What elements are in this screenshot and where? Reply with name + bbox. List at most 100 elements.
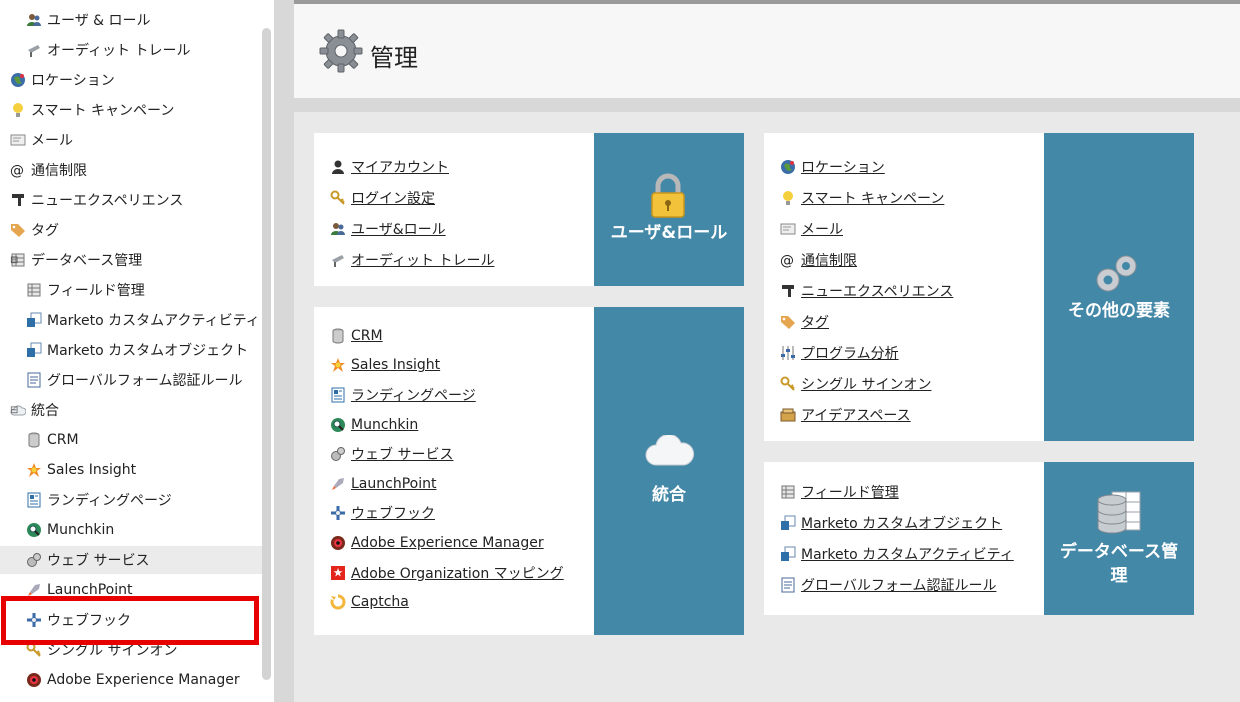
crm-icon [26,432,42,448]
new-experience-icon [780,283,796,299]
card-link-row: Captcha [330,587,564,617]
card-link[interactable]: ランディングページ [351,385,476,405]
card-link-row: LaunchPoint [330,469,564,499]
sidebar-item[interactable]: スマート キャンペーン [10,96,174,124]
card-link[interactable]: CRM [351,328,383,344]
webhook-icon [26,612,42,628]
card-link-row: Munchkin [330,410,564,440]
lightbulb-icon [780,190,796,206]
card-link[interactable]: ニューエクスペリエンス [801,281,953,301]
sidebar-item[interactable]: ユーザ & ロール [26,6,151,34]
sliders-icon [780,345,796,361]
card-link[interactable]: ウェブフック [351,503,435,523]
sidebar-item-label: グローバルフォーム認証ルール [47,373,243,389]
card-link[interactable]: フィールド管理 [801,482,899,502]
card-link[interactable]: スマート キャンペーン [801,188,944,208]
sidebar-item-label: ウェブ サービス [47,553,150,569]
card-link[interactable]: Munchkin [351,417,418,433]
card-link[interactable]: ログイン設定 [351,188,435,208]
card-link[interactable]: Marketo カスタムオブジェクト [801,513,1002,533]
sidebar-item-label: ロケーション [31,73,115,89]
sidebar-item[interactable]: ウェブフック [26,606,131,634]
card-link[interactable]: Adobe Organization マッピング [351,563,564,583]
sidebar-item[interactable]: Marketo カスタムアクティビティ [26,306,260,334]
card-link[interactable]: ロケーション [801,157,885,177]
sidebar-item[interactable]: ⊟ データベース管理 [10,246,142,274]
card-link-row: ニューエクスペリエンス [780,275,953,306]
card-link[interactable]: プログラム分析 [801,343,899,363]
sidebar-item[interactable]: メール [10,126,73,154]
users-icon [330,221,346,237]
sidebar-splitter[interactable] [274,0,294,702]
users-icon [26,12,42,28]
collapse-toggle-icon[interactable]: ⊟ [10,405,18,416]
card-link[interactable]: Captcha [351,594,409,610]
card-link-row: ロケーション [780,151,953,182]
sidebar-item[interactable]: Munchkin [26,516,114,544]
page-title: 管理 [370,44,418,72]
sidebar-item[interactable]: Adobe Experience Manager [26,666,240,694]
web-service-icon [330,446,346,462]
sidebar-item-label: 通信制限 [31,163,87,179]
sidebar-item[interactable]: ⊟ 統合 [10,396,59,424]
integration-tile[interactable]: 統合 [594,307,744,635]
field-management-icon [26,282,42,298]
sidebar-item-label: メール [31,133,73,149]
card-link[interactable]: オーディット トレール [351,250,494,270]
card-link[interactable]: Adobe Experience Manager [351,535,544,551]
sidebar-scrollbar[interactable] [262,28,271,680]
card-link[interactable]: LaunchPoint [351,476,436,492]
new-experience-icon [10,192,26,208]
at-sign-icon: @ [780,252,796,268]
users-roles-tile[interactable]: ユーザ&ロール [594,133,744,286]
sidebar-item[interactable]: シングル サインオン [26,636,177,664]
database-management-card: フィールド管理 Marketo カスタムオブジェクト Marketo カスタムアクテ… [764,462,1044,615]
sidebar-item[interactable]: Sales Insight [26,456,136,484]
card-link[interactable]: 通信制限 [801,250,857,270]
sidebar-item-label: Sales Insight [47,462,137,478]
form-rule-icon [780,577,796,593]
card-link[interactable]: メール [801,219,843,239]
card-link[interactable]: シングル サインオン [801,374,931,394]
card-link[interactable]: アイデアスペース [801,405,911,425]
custom-object-icon [780,515,796,531]
collapse-toggle-icon[interactable]: ⊟ [10,255,18,266]
sidebar-item[interactable]: タグ [10,216,59,244]
sidebar-item[interactable]: ニューエクスペリエンス [10,186,183,214]
gear-icon [319,29,363,73]
card-link[interactable]: グローバルフォーム認証ルール [801,575,996,595]
sidebar-item[interactable]: オーディット トレール [26,36,190,64]
card-link[interactable]: Sales Insight [351,357,440,373]
aem-icon [26,672,42,688]
card-link[interactable]: マイアカウント [351,157,449,177]
globe-icon [10,72,26,88]
card-link[interactable]: ユーザ&ロール [351,219,446,239]
card-link-row: ユーザ&ロール [330,213,494,244]
cloud-icon [645,435,695,466]
page-header: 管理 [294,4,1240,98]
aem-icon [330,535,346,551]
sidebar-item-label: フィールド管理 [47,283,145,299]
card-link[interactable]: ウェブ サービス [351,444,453,464]
card-link[interactable]: Marketo カスタムアクティビティ [801,544,1014,564]
card-link[interactable]: タグ [801,312,829,332]
other-elements-card: ロケーションスマート キャンペーン メール @ 通信制限ニューエクスペリエンス タグプロ… [764,133,1044,441]
sidebar-item[interactable]: LaunchPoint [26,576,132,604]
sidebar-item[interactable]: @ 通信制限 [10,156,87,184]
sidebar-item[interactable]: CRM [26,426,79,454]
key-icon [780,376,796,392]
sidebar-item[interactable]: ウェブ サービス [0,546,262,574]
sales-insight-icon [330,357,346,373]
card-link-row: メール [780,213,953,244]
sidebar-item[interactable]: グローバルフォーム認証ルール [26,366,242,394]
sidebar-item[interactable]: ランディングページ [26,486,172,514]
lightbulb-icon [10,102,26,118]
sidebar-item-label: 統合 [31,403,59,419]
sidebar-item[interactable]: ロケーション [10,66,115,94]
captcha-icon [330,594,346,610]
sidebar-item[interactable]: Marketo カスタムオブジェクト [26,336,248,364]
sidebar-item[interactable]: フィールド管理 [26,276,145,304]
other-elements-tile[interactable]: その他の要素 [1044,133,1194,441]
custom-activity-icon [780,546,796,562]
database-management-tile[interactable]: データベース管理 [1044,462,1194,615]
